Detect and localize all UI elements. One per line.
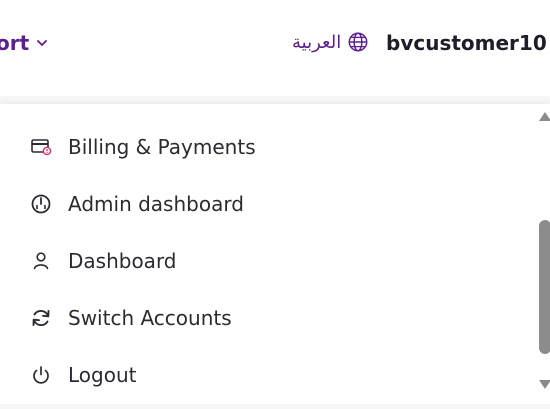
- top-navigation-bar: ort العربية bvcustomer10: [0, 0, 550, 96]
- globe-icon: [348, 32, 368, 52]
- account-dropdown-menu: Billing & Payments Admin dashboard Dashb…: [0, 104, 550, 404]
- menu-item-billing[interactable]: Billing & Payments: [30, 129, 256, 165]
- refresh-icon: [30, 307, 52, 329]
- menu-item-label: Logout: [68, 363, 137, 387]
- dropdown-scrollbar[interactable]: [536, 104, 550, 404]
- menu-item-admin-dashboard[interactable]: Admin dashboard: [30, 186, 244, 222]
- chevron-down-icon: [37, 40, 48, 46]
- user-icon: [30, 250, 52, 272]
- username-label: bvcustomer10: [386, 31, 547, 55]
- scroll-down-arrow-icon[interactable]: [539, 380, 550, 389]
- menu-item-label: Admin dashboard: [68, 192, 244, 216]
- language-switcher[interactable]: العربية: [292, 31, 369, 53]
- menu-item-switch-accounts[interactable]: Switch Accounts: [30, 300, 232, 336]
- menu-item-dashboard[interactable]: Dashboard: [30, 243, 177, 279]
- menu-item-label: Dashboard: [68, 249, 177, 273]
- scroll-up-arrow-icon[interactable]: [539, 112, 550, 121]
- scrollbar-thumb[interactable]: [539, 220, 550, 354]
- power-icon: [30, 364, 52, 386]
- support-label: ort: [0, 31, 30, 55]
- menu-item-label: Switch Accounts: [68, 306, 232, 330]
- support-menu-toggle[interactable]: ort: [0, 31, 48, 55]
- menu-item-label: Billing & Payments: [68, 135, 256, 159]
- billing-card-icon: [30, 136, 52, 158]
- menu-item-logout[interactable]: Logout: [30, 357, 136, 393]
- gauge-icon: [30, 193, 52, 215]
- user-account-menu[interactable]: bvcustomer10: [386, 31, 550, 55]
- language-label: العربية: [292, 31, 342, 53]
